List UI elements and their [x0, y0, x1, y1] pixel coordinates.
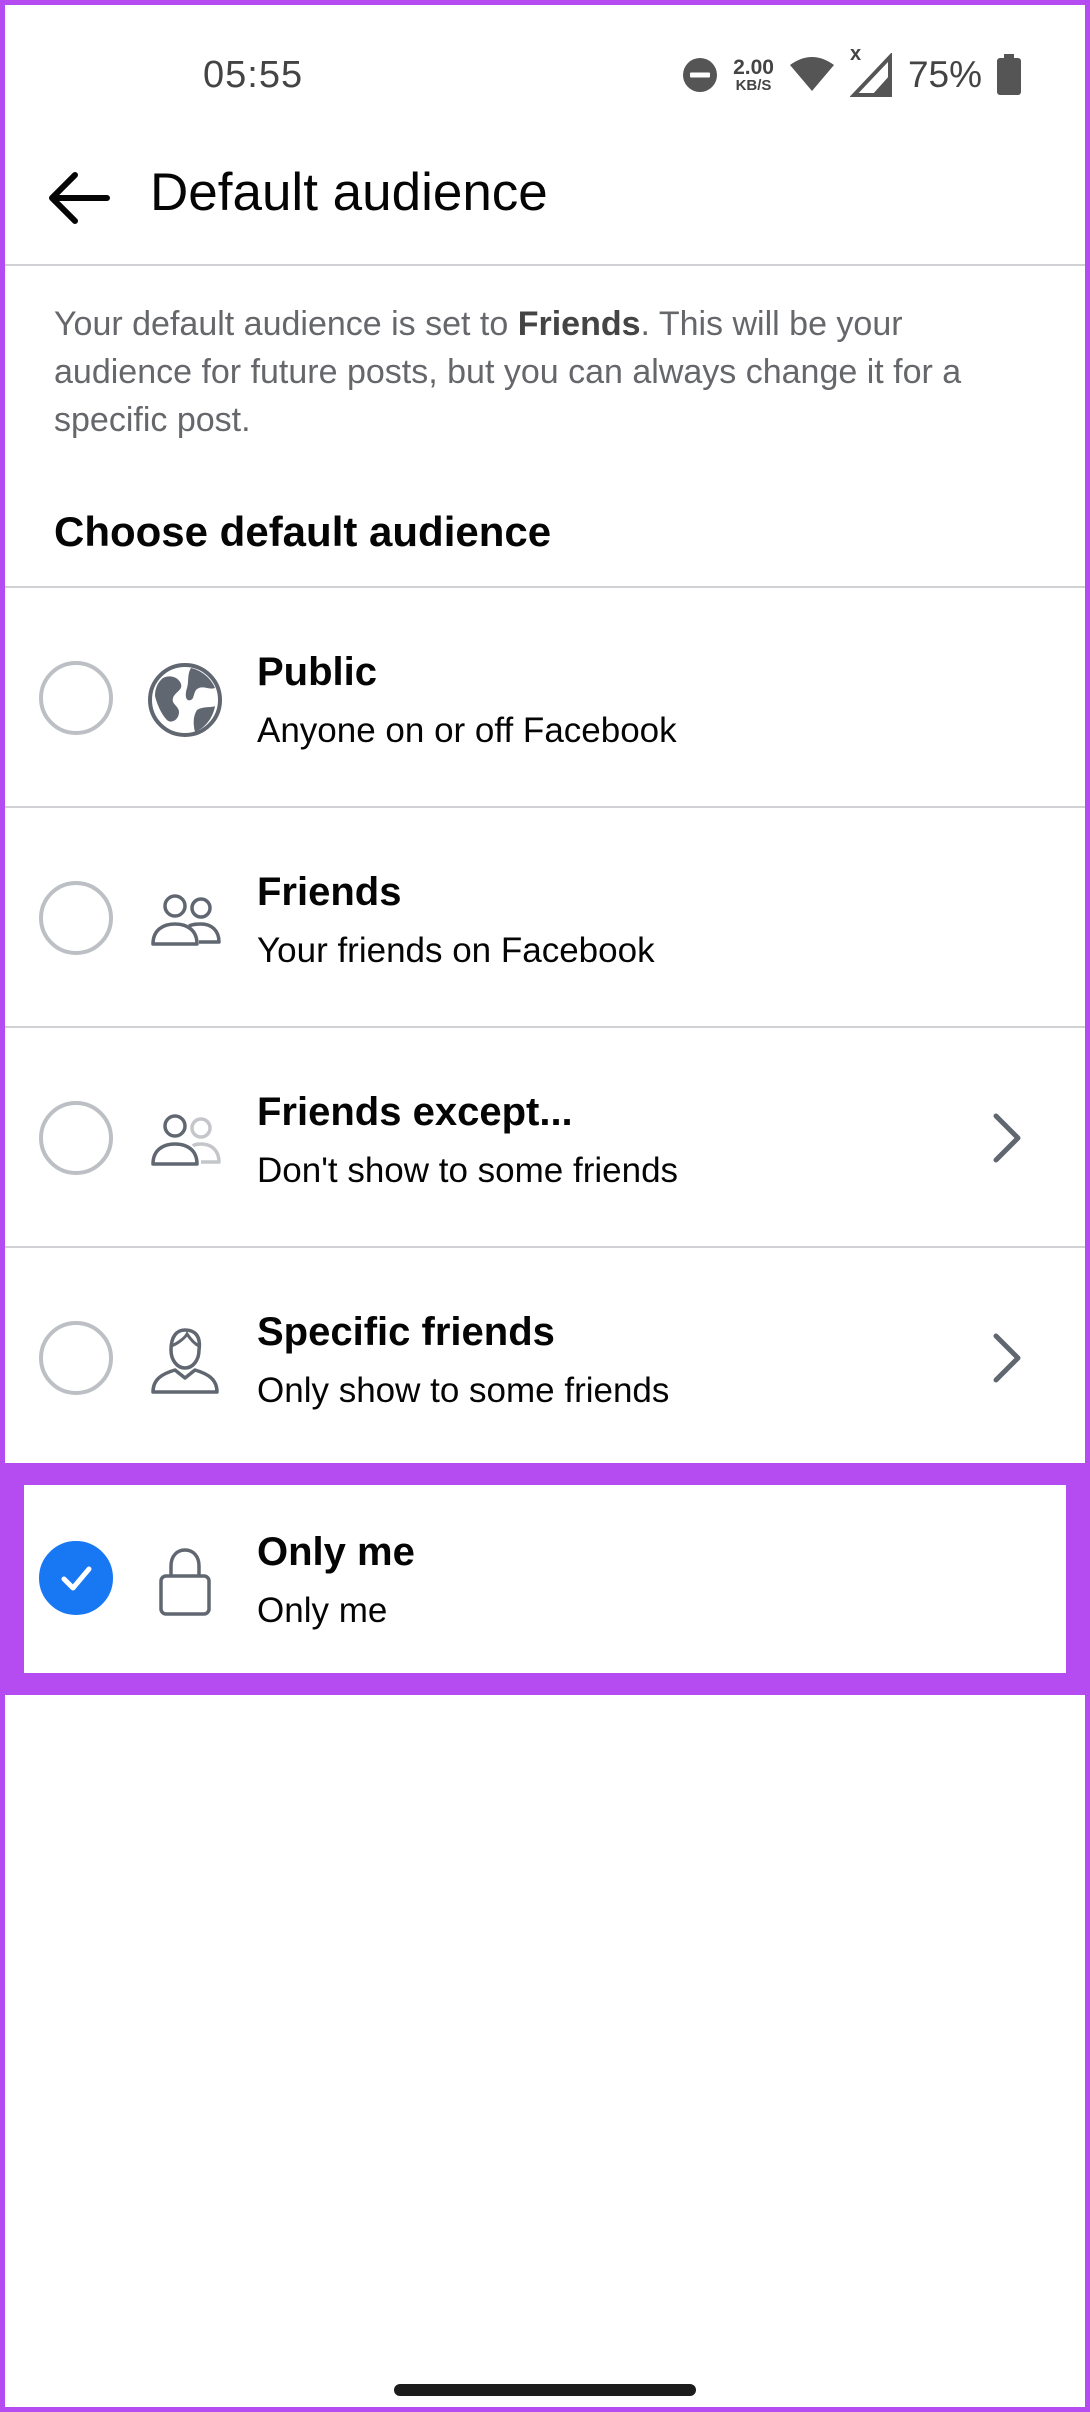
- option-subtitle: Only show to some friends: [257, 1371, 670, 1410]
- net-speed-value: 2.00: [733, 56, 774, 79]
- option-subtitle: Only me: [257, 1591, 388, 1630]
- current-audience: Friends: [517, 305, 641, 343]
- section-title: Choose default audience: [54, 508, 552, 555]
- battery-percent: 75%: [907, 54, 982, 95]
- option-title: Specific friends: [257, 1310, 555, 1354]
- home-indicator[interactable]: [394, 2384, 696, 2396]
- option-title: Friends except...: [257, 1090, 573, 1134]
- net-speed-unit: KB/S: [735, 77, 772, 94]
- radio-specific-friends[interactable]: [39, 1321, 113, 1395]
- status-bar: 05:55 2.00 KB/S x 75%: [0, 0, 1090, 150]
- header: Default audience: [0, 150, 1090, 266]
- description-prefix: Your default audience is set to: [54, 305, 518, 343]
- option-subtitle: Don't show to some friends: [257, 1151, 679, 1190]
- option-subtitle: Your friends on Facebook: [257, 931, 655, 970]
- option-only-me[interactable]: Only me Only me: [0, 1468, 1090, 1688]
- option-friends[interactable]: Friends Your friends on Facebook: [0, 808, 1090, 1028]
- back-arrow-icon: [49, 172, 110, 224]
- option-title: Friends: [257, 870, 402, 914]
- option-title: Only me: [257, 1530, 415, 1574]
- dnd-icon: [683, 58, 718, 92]
- friends-icon: [151, 894, 221, 946]
- status-icons: 2.00 KB/S x 75%: [681, 43, 1022, 100]
- option-friends-except[interactable]: Friends except... Don't show to some fri…: [0, 1028, 1090, 1248]
- option-specific-friends[interactable]: Specific friends Only show to some frien…: [0, 1248, 1090, 1468]
- back-button[interactable]: [38, 158, 118, 238]
- checkmark-icon: [61, 1566, 92, 1591]
- lock-icon: [159, 1548, 211, 1616]
- net-speed: 2.00 KB/S: [733, 57, 774, 93]
- option-public[interactable]: Public Anyone on or off Facebook: [0, 588, 1090, 808]
- signal-mark: x: [849, 43, 862, 65]
- option-title: Public: [257, 650, 378, 694]
- option-subtitle: Anyone on or off Facebook: [257, 711, 677, 750]
- description-text: Your default audience is set to Friends.…: [54, 300, 1044, 444]
- radio-public[interactable]: [39, 661, 113, 735]
- specific-friend-icon: [151, 1328, 219, 1394]
- radio-friends-except[interactable]: [39, 1101, 113, 1175]
- battery-icon: [997, 54, 1021, 95]
- friends-except-icon: [151, 1114, 221, 1166]
- page-title: Default audience: [150, 163, 548, 222]
- chevron-right-icon[interactable]: [978, 1110, 1034, 1166]
- radio-friends[interactable]: [39, 881, 113, 955]
- status-time: 05:55: [203, 54, 304, 96]
- globe-icon: [148, 663, 222, 737]
- wifi-icon: [789, 57, 834, 93]
- chevron-right-icon[interactable]: [978, 1330, 1034, 1386]
- signal-icon: x: [849, 43, 894, 97]
- radio-only-me[interactable]: [39, 1541, 113, 1615]
